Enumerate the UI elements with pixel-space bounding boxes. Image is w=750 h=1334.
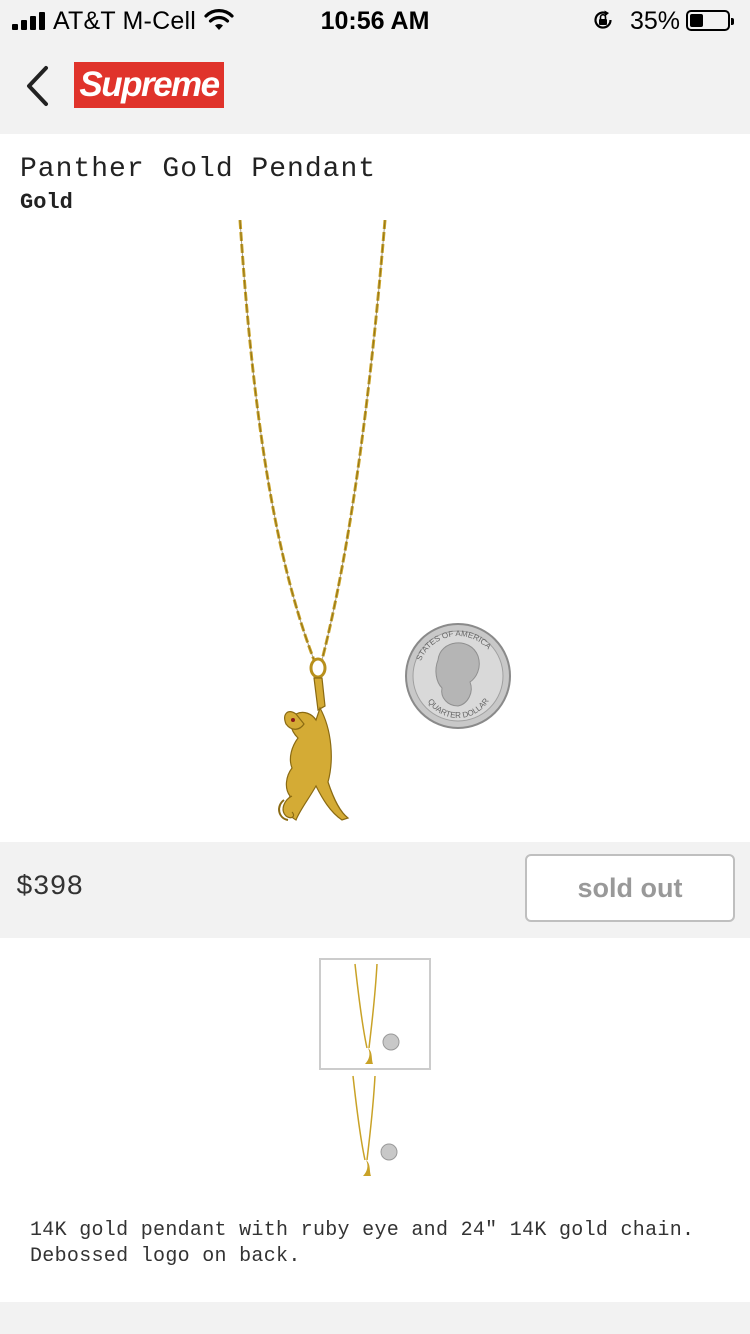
sold-out-button[interactable]: sold out xyxy=(525,854,735,922)
battery-percent: 35% xyxy=(630,7,681,35)
chevron-left-icon[interactable] xyxy=(20,62,54,110)
battery-icon xyxy=(686,10,734,31)
product-description: 14K gold pendant with ruby eye and 24" 1… xyxy=(30,1219,695,1268)
rotation-lock-icon xyxy=(594,10,612,29)
status-bar: AT&T M-Cell 10:56 AM 35% xyxy=(0,0,750,42)
nav-bar: Supreme xyxy=(0,42,750,132)
brand-logo: Supreme xyxy=(74,62,224,108)
thumbnail-2[interactable] xyxy=(319,1070,431,1182)
price-bar: $398 sold out xyxy=(0,842,750,936)
product-card: Panther Gold Pendant Gold STATES OF AMER… xyxy=(0,134,750,842)
product-title: Panther Gold Pendant xyxy=(20,154,377,185)
product-price: $398 xyxy=(16,872,84,903)
thumbnail-1[interactable] xyxy=(319,958,431,1070)
product-image[interactable]: STATES OF AMERICA QUARTER DOLLAR xyxy=(200,220,540,840)
details-section: 14K gold pendant with ruby eye and 24" 1… xyxy=(0,938,750,1302)
product-style: Gold xyxy=(20,190,73,215)
quarter-coin: STATES OF AMERICA QUARTER DOLLAR xyxy=(405,623,511,729)
